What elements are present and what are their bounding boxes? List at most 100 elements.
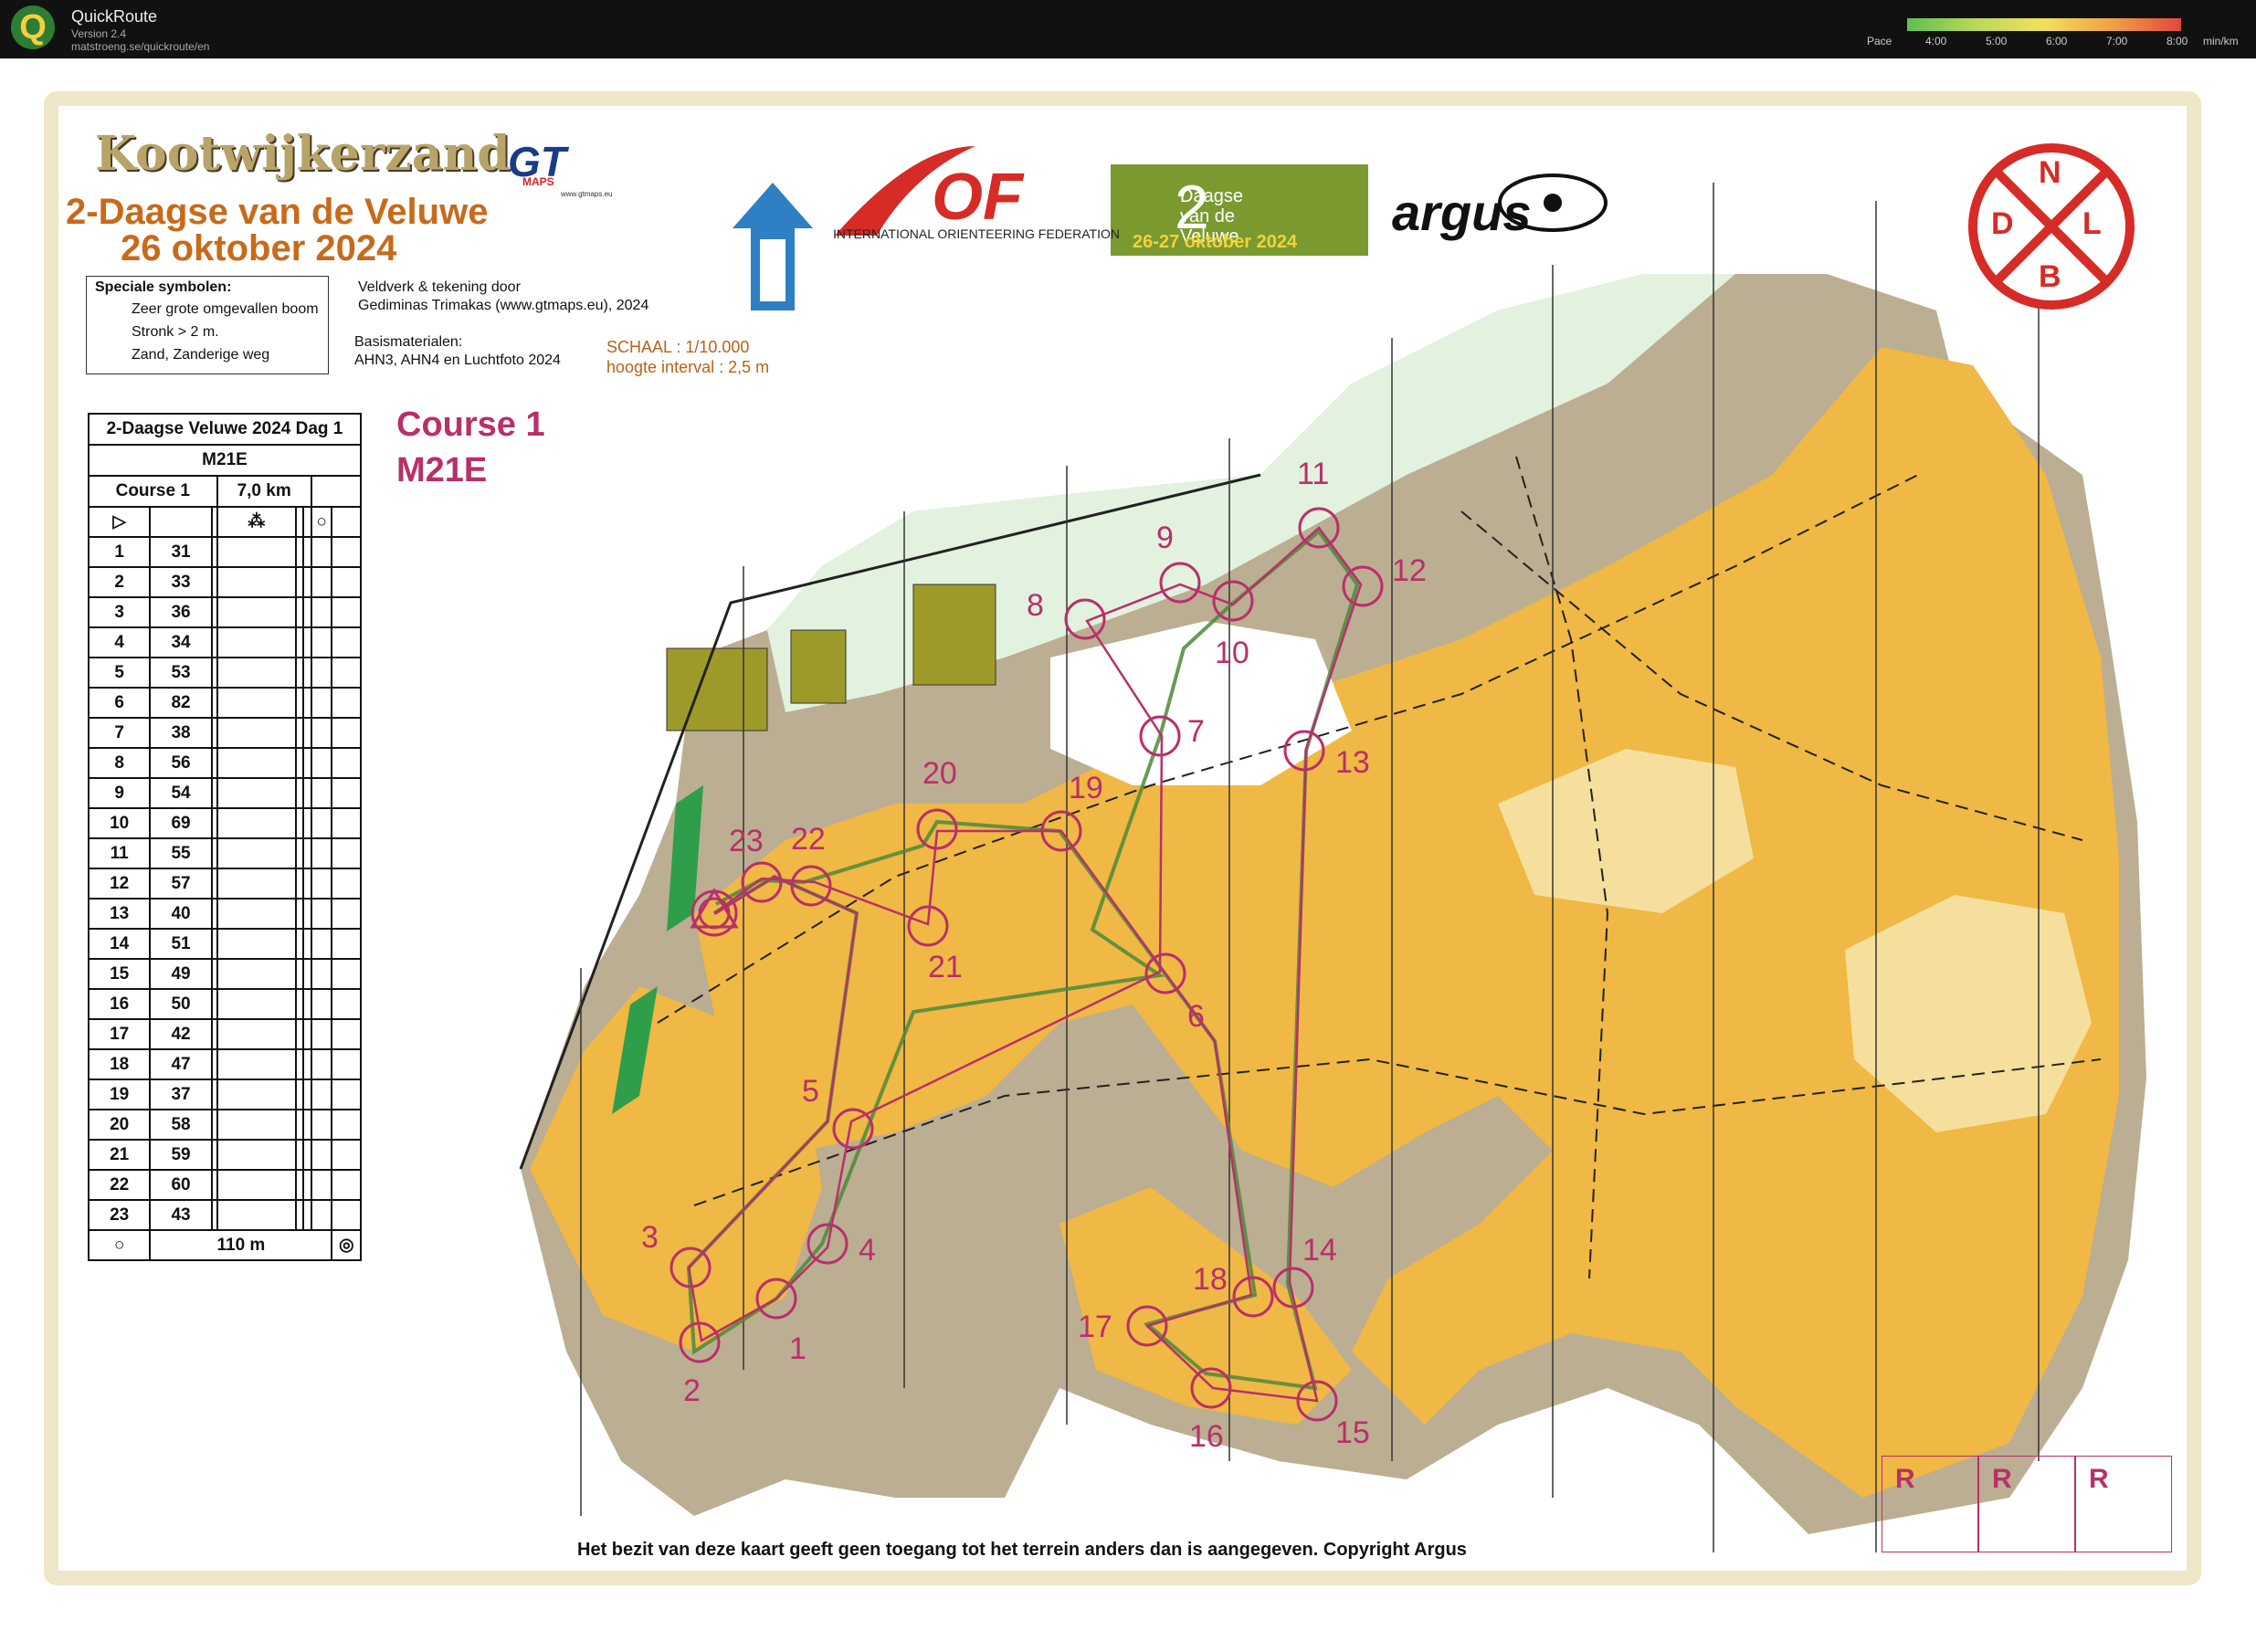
description-row: 1 31 (87, 536, 362, 568)
argus-logo: argus (1392, 184, 1532, 241)
description-control-code: 82 (149, 687, 213, 719)
description-row: 15 49 (87, 958, 362, 990)
base-materials-line: Basismaterialen: (354, 334, 463, 350)
control-number-19: 19 (1069, 771, 1103, 805)
description-control-number: 22 (87, 1169, 152, 1201)
event-title: 2-Daagse van de Veluwe (66, 192, 489, 232)
description-control-code: 47 (149, 1048, 213, 1080)
description-header: 2-Daagse Veluwe 2024 Dag 1 (88, 413, 362, 446)
description-row: 14 51 (87, 928, 362, 960)
description-control-number: 10 (87, 807, 152, 839)
svg-text:L: L (2082, 206, 2102, 241)
description-rows: 1 31 2 33 3 36 4 34 5 53 6 82 7 38 8 56 9 54 10 69 11 55 12 57 1… (87, 536, 362, 1231)
control-number-12: 12 (1392, 553, 1427, 588)
description-control-number: 23 (87, 1199, 152, 1231)
description-start-row: ▷ ⁂ ○ (87, 506, 362, 538)
description-control-code: 69 (149, 807, 213, 839)
r-box: R (1882, 1456, 1978, 1552)
control-number-20: 20 (922, 756, 957, 791)
description-control-code: 42 (149, 1018, 213, 1050)
description-finish-row: ○ 110 m ◎ (87, 1229, 362, 1261)
description-control-number: 4 (87, 626, 152, 658)
description-row: 6 82 (87, 687, 362, 719)
description-control-number: 1 (87, 536, 152, 568)
veluwe-logo-dates: 26-27 oktober 2024 (1133, 232, 1298, 252)
control-number-21: 21 (928, 950, 963, 984)
description-control-code: 31 (149, 536, 213, 568)
description-control-number: 11 (87, 837, 152, 869)
description-course-row: Course 1 7,0 km (88, 475, 363, 508)
description-row: 20 58 (87, 1109, 362, 1141)
control-number-23: 23 (729, 824, 764, 858)
control-number-9: 9 (1156, 521, 1174, 555)
description-control-code: 38 (149, 717, 213, 749)
area-name: Kootwijkerzand (95, 126, 511, 182)
course-label: Course 1 (396, 405, 545, 444)
description-control-code: 51 (149, 928, 213, 960)
description-row: 23 43 (87, 1199, 362, 1231)
description-row: 3 36 (87, 596, 362, 628)
gtmaps-logo-sub: MAPS (522, 175, 554, 188)
description-symbol-icon: ⁂ (216, 506, 298, 538)
start-triangle-icon: ▷ (87, 506, 152, 538)
control-number-13: 13 (1335, 745, 1370, 780)
description-control-number: 15 (87, 958, 152, 990)
description-control-code: 57 (149, 868, 213, 900)
description-control-number: 14 (87, 928, 152, 960)
description-row: 18 47 (87, 1048, 362, 1080)
description-control-number: 8 (87, 747, 152, 779)
description-control-code: 56 (149, 747, 213, 779)
description-control-code: 33 (149, 566, 213, 598)
description-control-number: 2 (87, 566, 152, 598)
description-control-number: 3 (87, 596, 152, 628)
description-control-number: 17 (87, 1018, 152, 1050)
event-date: 26 oktober 2024 (121, 228, 397, 268)
gtmaps-logo-url: www.gtmaps.eu (561, 190, 613, 198)
control-number-11: 11 (1297, 457, 1329, 491)
contour-interval: hoogte interval : 2,5 m (606, 358, 770, 376)
control-number-15: 15 (1335, 1415, 1370, 1450)
credit-line: Veldverk & tekening door (358, 279, 521, 295)
description-row: 11 55 (87, 837, 362, 869)
description-control-code: 36 (149, 596, 213, 628)
description-control-code: 34 (149, 626, 213, 658)
svg-text:D: D (1991, 206, 2014, 241)
description-event: 2-Daagse Veluwe 2024 Dag 1 (88, 413, 362, 446)
r-box: R (1978, 1456, 2075, 1552)
field-olive (912, 584, 996, 686)
description-row: 4 34 (87, 626, 362, 658)
description-control-number: 19 (87, 1079, 152, 1110)
control-number-10: 10 (1215, 636, 1249, 670)
copyright-notice: Het bezit van deze kaart geeft geen toeg… (577, 1540, 1467, 1560)
control-number-17: 17 (1078, 1310, 1112, 1344)
control-number-6: 6 (1187, 999, 1205, 1034)
special-symbols-title: Speciale symbolen: (95, 279, 232, 295)
description-control-number: 5 (87, 657, 152, 689)
special-symbol-label: Zand, Zanderige weg (132, 347, 270, 363)
description-control-number: 9 (87, 777, 152, 809)
description-row: 5 53 (87, 657, 362, 689)
description-control-code: 53 (149, 657, 213, 689)
description-class: M21E (88, 444, 362, 477)
description-row: 19 37 (87, 1079, 362, 1110)
special-symbol-label: Stronk > 2 m. (132, 324, 219, 340)
special-symbol-label: Zeer grote omgevallen boom (132, 301, 319, 317)
description-course: Course 1 (88, 475, 218, 508)
description-control-code: 37 (149, 1079, 213, 1110)
description-control-code: 49 (149, 958, 213, 990)
description-control-number: 6 (87, 687, 152, 719)
description-control-number: 16 (87, 988, 152, 1020)
control-number-4: 4 (859, 1233, 876, 1268)
description-row: 22 60 (87, 1169, 362, 1201)
description-control-code: 55 (149, 837, 213, 869)
description-control-code: 43 (149, 1199, 213, 1231)
description-row: 17 42 (87, 1018, 362, 1050)
description-control-code: 59 (149, 1139, 213, 1171)
control-number-22: 22 (791, 822, 826, 857)
field-olive (790, 629, 847, 704)
veluwe-logo-line: Daagse (1180, 186, 1243, 206)
svg-text:B: B (2039, 259, 2061, 294)
control-description-table: 2-Daagse Veluwe 2024 Dag 1 M21E Course 1… (87, 413, 363, 1261)
finish-circle-icon: ◎ (331, 1229, 362, 1261)
veluwe-logo-line: van de (1180, 206, 1236, 226)
